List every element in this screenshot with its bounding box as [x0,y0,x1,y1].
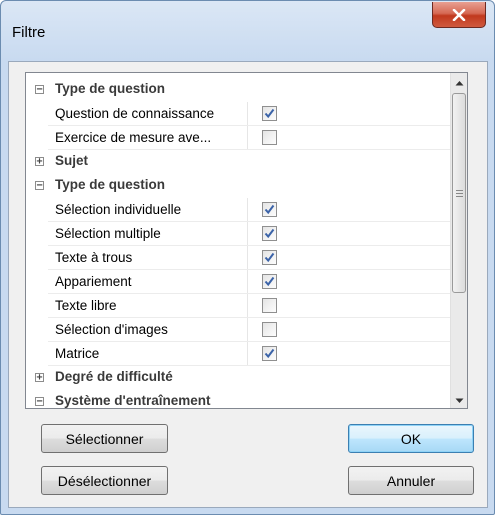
expand-icon[interactable]: + [35,373,44,383]
title-bar[interactable]: Filtre [1,1,494,61]
category-label: Sujet [55,153,89,168]
window-title: Filtre [12,24,46,41]
filter-item-row[interactable]: Question de connaissance [26,102,450,126]
filter-item-label: Appariement [55,274,132,289]
category-label: Type de question [55,81,166,96]
filter-item-label: Sélection d'images [55,322,168,337]
filter-item-row[interactable]: Matrice [26,342,450,366]
cell-divider [247,342,248,366]
filter-item-label: Exercice de mesure ave... [55,130,212,145]
filter-item-checkbox[interactable] [262,274,277,289]
checkmark-icon [264,276,275,287]
expand-icon[interactable]: + [35,157,44,167]
filter-tree-rows: − Type de question Question de connaissanc… [26,73,450,408]
checkmark-icon [264,348,275,359]
filter-item-row[interactable]: Exercice de mesure ave... [26,126,450,150]
filter-dialog: Filtre − Type de question Question de conn… [0,0,495,515]
cell-divider [247,246,248,270]
cell-divider [247,318,248,342]
cancel-button[interactable]: Annuler [348,466,474,495]
filter-item-label: Sélection individuelle [55,202,182,217]
ok-button[interactable]: OK [348,424,474,453]
filter-item-checkbox[interactable] [262,298,277,313]
filter-item-row[interactable]: Appariement [26,270,450,294]
filter-item-label: Texte libre [55,298,117,313]
filter-item-row[interactable]: Sélection multiple [26,222,450,246]
checkmark-icon [264,204,275,215]
checkmark-icon [264,228,275,239]
filter-item-row[interactable]: Sélection individuelle [26,198,450,222]
filter-item-checkbox[interactable] [262,106,277,121]
filter-item-label: Question de connaissance [55,106,215,121]
category-label: Degré de difficulté [55,369,173,384]
filter-item-checkbox[interactable] [262,202,277,217]
scroll-down-arrow-icon [455,391,464,409]
close-icon [452,8,466,21]
filter-item-row[interactable]: Texte libre [26,294,450,318]
checkmark-icon [264,252,275,263]
filter-item-checkbox[interactable] [262,130,277,145]
collapse-icon[interactable]: − [35,181,44,191]
filter-item-label: Texte à trous [55,250,133,265]
category-label: Type de question [55,177,166,192]
category-row[interactable]: − Type de question [26,174,450,198]
scroll-down-button[interactable] [451,391,467,409]
cell-divider [247,222,248,246]
close-button[interactable] [432,2,486,28]
filter-item-checkbox[interactable] [262,322,277,337]
collapse-icon[interactable]: − [35,85,44,95]
vertical-scrollbar[interactable] [450,73,467,408]
filter-item-row[interactable]: Sélection d'images [26,318,450,342]
deselect-all-button[interactable]: Désélectionner [41,466,168,495]
category-row[interactable]: + Sujet [26,150,450,174]
filter-item-row[interactable]: Texte à trous [26,246,450,270]
checkmark-icon [264,108,275,119]
cell-divider [247,126,248,150]
filter-item-checkbox[interactable] [262,226,277,241]
filter-item-checkbox[interactable] [262,250,277,265]
category-row[interactable]: − Type de question [26,78,450,102]
cell-divider [247,270,248,294]
filter-item-label: Matrice [55,346,100,361]
scrollbar-thumb[interactable] [452,93,466,293]
scroll-up-arrow-icon [455,73,464,91]
cell-divider [247,102,248,126]
category-row[interactable]: + Degré de difficulté [26,366,450,390]
category-row[interactable]: − Système d'entraînement [26,390,450,408]
collapse-icon[interactable]: − [35,397,44,407]
select-all-button[interactable]: Sélectionner [41,424,168,453]
filter-item-label: Sélection multiple [55,226,161,241]
cell-divider [247,294,248,318]
category-label: Système d'entraînement [55,393,211,408]
scroll-up-button[interactable] [451,73,467,91]
cell-divider [247,198,248,222]
dialog-body: − Type de question Question de connaissanc… [8,61,488,508]
filter-item-checkbox[interactable] [262,346,277,361]
filter-tree-list: − Type de question Question de connaissanc… [25,72,468,409]
